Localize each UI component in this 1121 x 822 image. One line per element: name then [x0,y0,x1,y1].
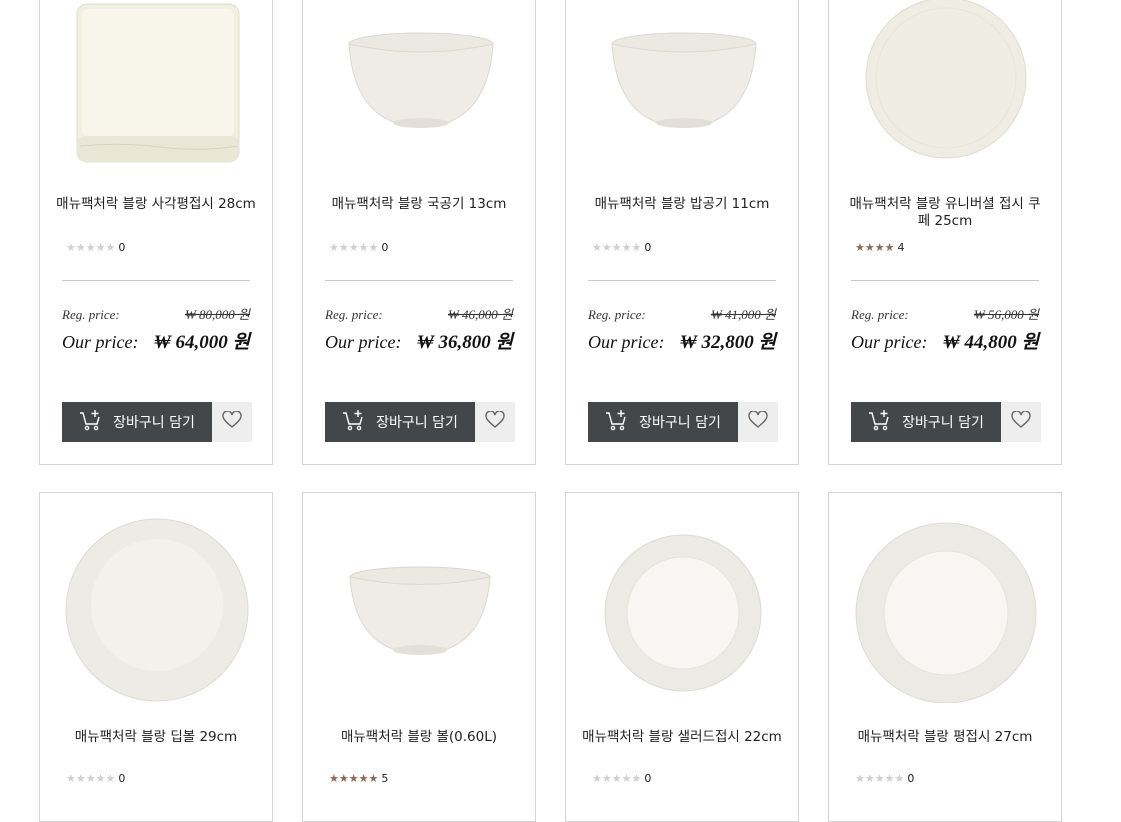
divider [325,280,513,281]
product-name[interactable]: 매뉴팩처락 블랑 밥공기 11cm [582,196,782,213]
star-rating-icon: ★★★★★ [66,772,116,785]
product-name[interactable]: 매뉴팩처락 블랑 샐러드접시 22cm [582,729,782,746]
reg-price: ₩ 46,000 원 [447,307,513,322]
rating: ★★★★★ 0 [66,772,125,785]
product-image[interactable] [40,493,272,703]
rating: ★★★★★ 0 [592,241,651,254]
reg-price-label: Reg. price: [62,307,120,322]
product-name[interactable]: 매뉴팩처락 블랑 유니버셜 접시 쿠페 25cm [845,196,1045,230]
review-count: 0 [644,241,652,254]
product-image[interactable] [303,493,535,703]
product-name[interactable]: 매뉴팩처락 블랑 딥볼 29cm [56,729,256,746]
add-to-cart-label: 장바구니 담기 [639,415,721,431]
add-to-cart-label: 장바구니 담기 [902,415,984,431]
review-count: 0 [118,772,126,785]
our-price: ₩ 44,800 원 [942,332,1039,353]
product-image[interactable] [303,0,535,176]
divider [62,280,250,281]
product-image[interactable] [829,493,1061,703]
price-block: Reg. price: ₩ 41,000 원 Our price: ₩ 32,800… [588,304,776,354]
reg-price-label: Reg. price: [588,307,646,322]
product-card[interactable]: 매뉴팩처락 블랑 딥볼 29cm ★★★★★ 0 [39,492,273,822]
product-card[interactable]: 매뉴팩처락 블랑 샐러드접시 22cm ★★★★★ 0 [565,492,799,822]
card-actions: 장바구니 담기 [588,402,778,442]
add-to-cart-button[interactable]: 장바구니 담기 [62,402,212,442]
product-card[interactable]: 매뉴팩처락 블랑 밥공기 11cm ★★★★★ 0 Reg. price: ₩ 4… [565,0,799,465]
reg-price: ₩ 41,000 원 [710,307,776,322]
review-count: 0 [644,772,652,785]
review-count: 0 [381,241,389,254]
review-count: 5 [381,772,389,785]
price-block: Reg. price: ₩ 56,000 원 Our price: ₩ 44,800… [851,304,1039,354]
price-block: Reg. price: ₩ 80,000 원 Our price: ₩ 64,000… [62,304,250,354]
product-name[interactable]: 매뉴팩처락 블랑 평접시 27cm [845,729,1045,746]
card-actions: 장바구니 담기 [62,402,252,442]
our-price: ₩ 32,800 원 [679,332,776,353]
rating: ★★★★★ 0 [329,241,388,254]
product-card[interactable]: 매뉴팩처락 블랑 사각평접시 28cm ★★★★★ 0 Reg. price: ₩… [39,0,273,465]
reg-price-label: Reg. price: [851,307,909,322]
divider [851,280,1039,281]
wishlist-button[interactable] [1001,402,1041,442]
add-to-cart-label: 장바구니 담기 [113,415,195,431]
add-to-cart-button[interactable]: 장바구니 담기 [588,402,738,442]
card-actions: 장바구니 담기 [851,402,1041,442]
price-block: Reg. price: ₩ 46,000 원 Our price: ₩ 36,800… [325,304,513,354]
heart-icon [748,410,768,433]
star-rating-icon: ★★★★★ [66,241,116,254]
rating: ★★★★★ 0 [592,772,651,785]
star-rating-icon: ★★★★ [855,241,895,254]
reg-price-label: Reg. price: [325,307,383,322]
product-image[interactable] [829,0,1061,176]
product-name[interactable]: 매뉴팩처락 블랑 볼(0.60L) [319,729,519,746]
product-name[interactable]: 매뉴팩처락 블랑 국공기 13cm [319,196,519,213]
star-rating-icon: ★★★★★ [329,241,379,254]
cart-icon [342,409,366,435]
product-image[interactable] [566,493,798,703]
divider [588,280,776,281]
star-rating-icon: ★★★★★ [329,772,379,785]
cart-icon [868,409,892,435]
product-name[interactable]: 매뉴팩처락 블랑 사각평접시 28cm [56,196,256,213]
wishlist-button[interactable] [475,402,515,442]
reg-price: ₩ 80,000 원 [184,307,250,322]
our-price: ₩ 64,000 원 [153,332,250,353]
reg-price: ₩ 56,000 원 [973,307,1039,322]
our-price: ₩ 36,800 원 [416,332,513,353]
our-price-label: Our price: [588,332,665,352]
our-price-label: Our price: [851,332,928,352]
star-rating-icon: ★★★★★ [592,772,642,785]
star-rating-icon: ★★★★★ [855,772,905,785]
wishlist-button[interactable] [738,402,778,442]
add-to-cart-button[interactable]: 장바구니 담기 [325,402,475,442]
rating: ★★★★★ 5 [329,772,388,785]
product-card[interactable]: 매뉴팩처락 블랑 평접시 27cm ★★★★★ 0 [828,492,1062,822]
heart-icon [485,410,505,433]
rating: ★★★★★ 0 [66,241,125,254]
product-image[interactable] [566,0,798,176]
add-to-cart-button[interactable]: 장바구니 담기 [851,402,1001,442]
add-to-cart-label: 장바구니 담기 [376,415,458,431]
review-count: 4 [897,241,905,254]
cart-icon [79,409,103,435]
card-actions: 장바구니 담기 [325,402,515,442]
rating: ★★★★★ 0 [855,772,914,785]
star-rating-icon: ★★★★★ [592,241,642,254]
heart-icon [1011,410,1031,433]
review-count: 0 [118,241,126,254]
our-price-label: Our price: [325,332,402,352]
cart-icon [605,409,629,435]
product-card[interactable]: 매뉴팩처락 블랑 유니버셜 접시 쿠페 25cm ★★★★ 4 Reg. pri… [828,0,1062,465]
review-count: 0 [907,772,915,785]
product-card[interactable]: 매뉴팩처락 블랑 국공기 13cm ★★★★★ 0 Reg. price: ₩ 4… [302,0,536,465]
rating: ★★★★ 4 [855,241,904,254]
wishlist-button[interactable] [212,402,252,442]
heart-icon [222,410,242,433]
product-card[interactable]: 매뉴팩처락 블랑 볼(0.60L) ★★★★★ 5 [302,492,536,822]
product-image[interactable] [40,0,272,176]
our-price-label: Our price: [62,332,139,352]
